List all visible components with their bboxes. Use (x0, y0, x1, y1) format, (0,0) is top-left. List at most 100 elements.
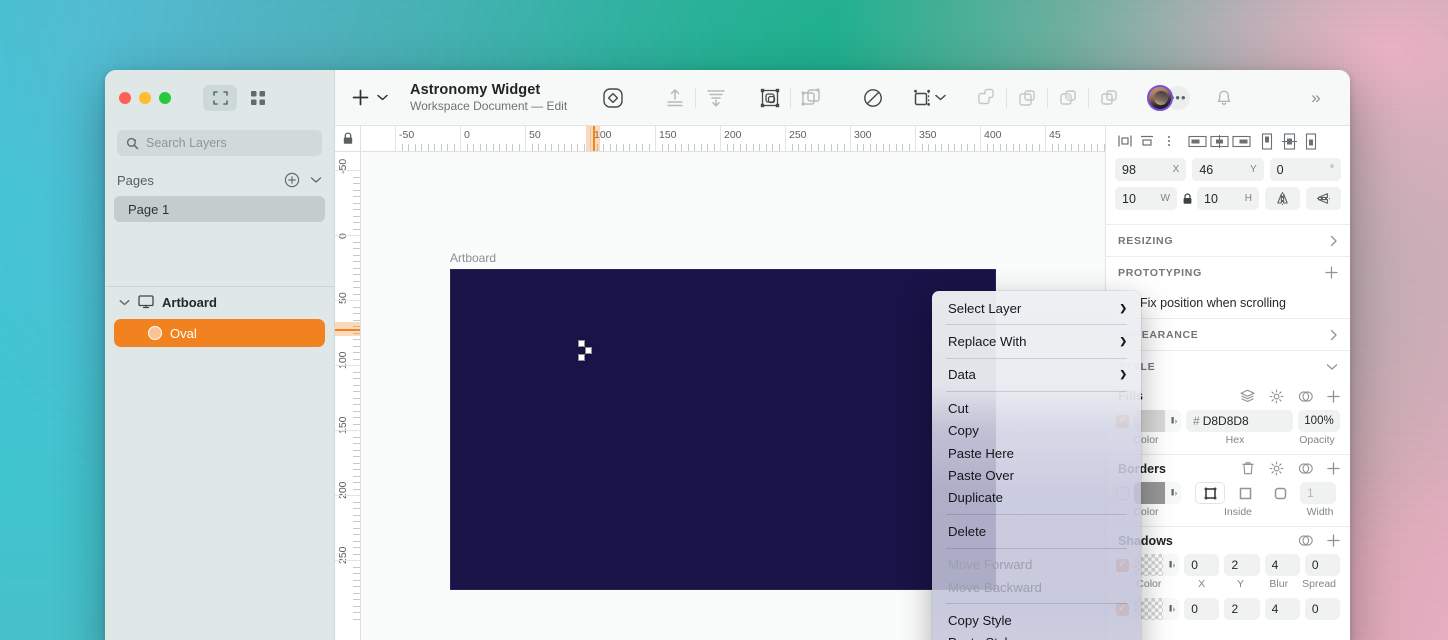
canvas-view-button[interactable] (203, 85, 237, 111)
menu-item-cut[interactable]: Cut (932, 397, 1141, 419)
scale-button[interactable] (907, 81, 937, 115)
chevron-down-icon[interactable] (310, 176, 322, 184)
shadow-blur-field[interactable]: 4 (1265, 598, 1300, 620)
border-inside-icon[interactable] (1265, 482, 1295, 504)
page-item-page-1[interactable]: Page 1 (114, 196, 325, 222)
context-menu[interactable]: Select Layer❯Replace With❯Data❯CutCopyPa… (932, 291, 1141, 640)
mask-button[interactable] (853, 81, 893, 115)
minimize-window-button[interactable] (139, 92, 151, 104)
shadow-y-field[interactable]: 2 (1224, 554, 1259, 576)
toolbar-overflow-button[interactable]: » (1296, 81, 1336, 115)
insert-button[interactable] (351, 88, 388, 107)
shadow-x-field[interactable]: 0 (1184, 554, 1219, 576)
boolean-difference-button[interactable] (1089, 81, 1129, 115)
shadow-spread-field[interactable]: 0 (1305, 554, 1340, 576)
close-window-button[interactable] (119, 92, 131, 104)
align-left-icon[interactable] (1114, 130, 1136, 152)
gear-icon[interactable] (1269, 461, 1284, 476)
distribute-v-icon[interactable] (1278, 130, 1300, 152)
distribute-icon[interactable] (1158, 130, 1180, 152)
menu-item-data[interactable]: Data❯ (932, 364, 1141, 386)
fill-color-swatch[interactable] (1134, 410, 1181, 432)
canvas-area[interactable]: -5005010015020025030035040045 -500501001… (335, 126, 1105, 640)
flatten-button[interactable] (696, 81, 736, 115)
plus-icon[interactable] (1327, 534, 1340, 547)
distribute-h-icon[interactable] (1256, 130, 1278, 152)
section-prototyping[interactable]: Prototyping (1106, 256, 1350, 288)
selection-handle[interactable] (578, 340, 585, 347)
user-avatar[interactable] (1147, 85, 1173, 111)
menu-item-copy[interactable]: Copy (932, 420, 1141, 442)
plus-circle-icon[interactable] (284, 172, 300, 188)
align-top-icon[interactable] (1186, 130, 1208, 152)
section-appearance[interactable]: Appearance (1106, 318, 1350, 350)
menu-item-duplicate[interactable]: Duplicate (932, 487, 1141, 509)
search-input[interactable] (146, 136, 313, 150)
bell-icon[interactable] (1204, 81, 1244, 115)
distribute-spacing-icon[interactable] (1300, 130, 1322, 152)
border-width-field[interactable]: 1 (1300, 482, 1336, 504)
width-field[interactable]: 10 W (1115, 187, 1177, 210)
blend-icon[interactable] (1298, 533, 1313, 548)
gear-icon[interactable] (1269, 389, 1284, 404)
chevron-down-icon[interactable] (119, 299, 130, 306)
menu-item-select-layer[interactable]: Select Layer❯ (932, 297, 1141, 319)
search-layers-field[interactable] (117, 130, 322, 156)
layers-icon[interactable] (1240, 389, 1255, 403)
zoom-window-button[interactable] (159, 92, 171, 104)
fix-position-row[interactable]: Fix position when scrolling (1106, 288, 1350, 318)
plus-icon[interactable] (1325, 266, 1338, 279)
section-resizing[interactable]: Resizing (1106, 224, 1350, 256)
vertical-ruler[interactable]: -50050100150200250 (335, 152, 361, 640)
layer-row-artboard[interactable]: Artboard (105, 287, 334, 317)
height-field[interactable]: 10 H (1197, 187, 1259, 210)
align-middle-icon[interactable] (1208, 130, 1230, 152)
blend-icon[interactable] (1298, 461, 1313, 476)
plus-icon[interactable] (1327, 462, 1340, 475)
menu-item-paste-over[interactable]: Paste Over (932, 464, 1141, 486)
menu-item-replace-with[interactable]: Replace With❯ (932, 330, 1141, 352)
fill-hex-field[interactable]: # D8D8D8 (1186, 410, 1293, 432)
fill-opacity-field[interactable]: 100% (1298, 410, 1340, 432)
lock-closed-icon[interactable] (1182, 193, 1193, 205)
menu-item-delete[interactable]: Delete (932, 520, 1141, 542)
boolean-union-button[interactable] (966, 81, 1006, 115)
horizontal-ruler[interactable]: -5005010015020025030035040045 (335, 126, 1105, 152)
group-button[interactable] (750, 81, 790, 115)
export-button[interactable] (655, 81, 695, 115)
shadow-spread-field[interactable]: 0 (1305, 598, 1340, 620)
section-style[interactable]: Style (1106, 350, 1350, 382)
plus-icon[interactable] (1327, 390, 1340, 403)
ruler-lock-button[interactable] (335, 126, 361, 152)
y-field[interactable]: 46 Y (1192, 158, 1263, 181)
shadow-x-field[interactable]: 0 (1184, 598, 1219, 620)
selection-handle[interactable] (578, 354, 585, 361)
ungroup-button[interactable] (791, 81, 831, 115)
component-button[interactable] (593, 81, 633, 115)
trash-icon[interactable] (1241, 461, 1255, 476)
menu-item-paste-here[interactable]: Paste Here (932, 442, 1141, 464)
grid-view-button[interactable] (241, 85, 275, 111)
artboard-shape[interactable] (450, 269, 996, 590)
border-color-swatch[interactable] (1134, 482, 1181, 504)
blend-icon[interactable] (1298, 389, 1313, 404)
border-center-icon[interactable] (1195, 482, 1225, 504)
shadow-y-field[interactable]: 2 (1224, 598, 1259, 620)
align-center-h-icon[interactable] (1136, 130, 1158, 152)
flip-horizontal-icon[interactable] (1265, 187, 1300, 210)
align-bottom-icon[interactable] (1230, 130, 1252, 152)
menu-item-paste-style[interactable]: Paste Style (932, 632, 1141, 640)
scale-chevron-icon[interactable] (935, 94, 946, 101)
rotation-field[interactable]: 0 ° (1270, 158, 1341, 181)
boolean-subtract-button[interactable] (1007, 81, 1047, 115)
flip-vertical-icon[interactable] (1306, 187, 1341, 210)
menu-item-copy-style[interactable]: Copy Style (932, 609, 1141, 631)
layer-row-oval[interactable]: Oval (114, 319, 325, 347)
document-title-block[interactable]: Astronomy Widget Workspace Document — Ed… (410, 82, 567, 114)
artboard-name-label[interactable]: Artboard (450, 251, 496, 265)
selection-handle[interactable] (585, 347, 592, 354)
border-outside-icon[interactable] (1230, 482, 1260, 504)
shadow-blur-field[interactable]: 4 (1265, 554, 1300, 576)
boolean-intersect-button[interactable] (1048, 81, 1088, 115)
x-field[interactable]: 98 X (1115, 158, 1186, 181)
